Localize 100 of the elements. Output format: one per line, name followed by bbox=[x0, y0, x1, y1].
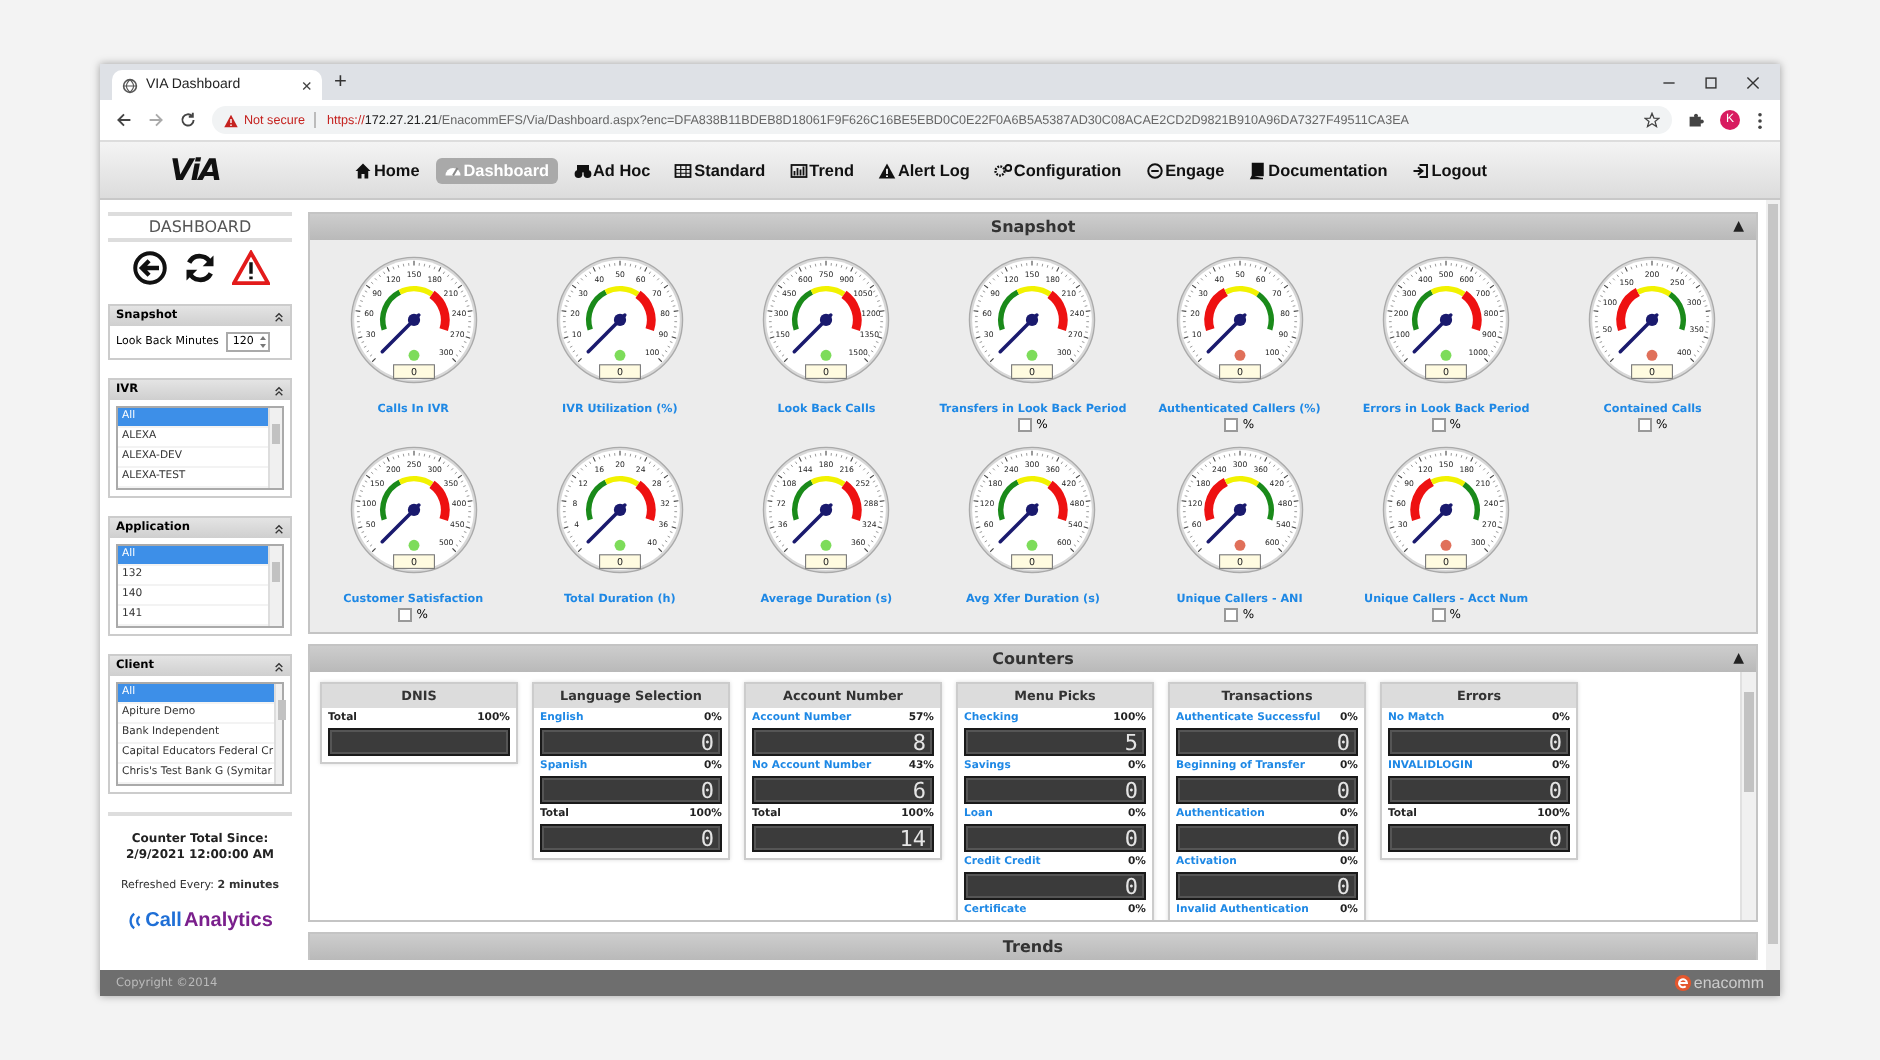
nav-link[interactable]: Alert Log bbox=[869, 157, 978, 183]
nav-link[interactable]: Standard bbox=[666, 157, 774, 183]
counter-display: 0 bbox=[964, 872, 1146, 900]
new-tab-button[interactable]: + bbox=[334, 70, 347, 94]
warning-icon[interactable] bbox=[231, 250, 269, 286]
refresh-icon[interactable] bbox=[181, 250, 217, 286]
scrollbar[interactable] bbox=[273, 684, 282, 784]
counter-display: 0 bbox=[540, 824, 722, 852]
spinner-icon[interactable] bbox=[258, 334, 269, 350]
section-title: Counters bbox=[992, 650, 1074, 668]
counter-display: 6 bbox=[752, 776, 934, 804]
checkbox[interactable] bbox=[1431, 608, 1446, 622]
nav-link[interactable]: Trend bbox=[781, 157, 862, 183]
gauge-needle bbox=[379, 313, 420, 354]
warning-icon bbox=[224, 113, 238, 127]
counter-display: 0 bbox=[1176, 776, 1358, 804]
exit-icon bbox=[1411, 161, 1430, 179]
close-icon[interactable] bbox=[1746, 75, 1760, 89]
section-title: Snapshot bbox=[990, 218, 1076, 236]
warning-icon bbox=[877, 161, 896, 179]
gauge-dial bbox=[350, 446, 477, 574]
nav-link[interactable]: Home bbox=[346, 157, 428, 183]
counter-display: 0 bbox=[540, 776, 722, 804]
forward-icon[interactable] bbox=[148, 112, 164, 128]
gauge-dial bbox=[1382, 446, 1510, 574]
collapse-icon[interactable] bbox=[274, 523, 284, 533]
home-icon bbox=[354, 161, 372, 179]
counter-display: 0 bbox=[1176, 872, 1358, 900]
logo-text: Call bbox=[145, 910, 182, 932]
table-icon bbox=[674, 161, 693, 179]
sidebar-title: DASHBOARD bbox=[108, 212, 292, 242]
more-icon[interactable] bbox=[1756, 111, 1764, 129]
counter-display: 0 bbox=[1388, 824, 1570, 852]
checkbox[interactable] bbox=[1637, 418, 1652, 432]
gauge-dial bbox=[1382, 256, 1510, 384]
counter-display: 8 bbox=[752, 728, 934, 756]
app-logo[interactable]: ViA bbox=[100, 152, 290, 188]
gauge-needle bbox=[999, 313, 1040, 354]
gauge-dial bbox=[1589, 256, 1716, 384]
nav-link[interactable]: Documentation bbox=[1240, 157, 1396, 183]
gears-icon bbox=[993, 161, 1012, 179]
checkbox[interactable] bbox=[1224, 418, 1239, 432]
globe-icon bbox=[122, 77, 138, 93]
collapse-icon[interactable] bbox=[274, 661, 284, 671]
back-icon[interactable] bbox=[116, 112, 132, 128]
checkbox[interactable] bbox=[398, 608, 413, 622]
puzzle-icon[interactable] bbox=[1688, 112, 1704, 128]
book-icon bbox=[1248, 161, 1267, 179]
counter-display: 0 bbox=[964, 824, 1146, 852]
gauge-needle bbox=[586, 313, 627, 354]
gauge-needle bbox=[1412, 503, 1453, 544]
back-icon[interactable] bbox=[131, 250, 167, 286]
collapse-icon[interactable] bbox=[274, 311, 284, 321]
reload-icon[interactable] bbox=[180, 112, 196, 128]
scrollbar[interactable] bbox=[268, 408, 282, 488]
gauge-needle bbox=[1206, 313, 1247, 354]
signal-waves-icon bbox=[127, 912, 144, 930]
checkbox[interactable] bbox=[1431, 418, 1446, 432]
scrollbar[interactable] bbox=[1740, 672, 1756, 920]
chart-icon bbox=[789, 161, 808, 179]
gauge-needle bbox=[586, 503, 627, 544]
brand-icon bbox=[1673, 974, 1692, 992]
nav-link[interactable]: Logout bbox=[1403, 157, 1495, 183]
checkbox[interactable] bbox=[1018, 418, 1033, 432]
counter-display: 0 bbox=[964, 776, 1146, 804]
brand-logo-text: enacomm bbox=[1693, 974, 1764, 992]
nav-link[interactable]: Configuration bbox=[985, 157, 1130, 183]
scrollbar[interactable] bbox=[268, 546, 282, 626]
gauge-needle bbox=[1206, 503, 1247, 544]
nav-link[interactable]: Engage bbox=[1137, 157, 1233, 183]
maximize-icon[interactable] bbox=[1704, 75, 1718, 89]
gauge-dial bbox=[556, 256, 684, 384]
binoculars-icon bbox=[573, 161, 592, 179]
gauge-needle bbox=[1412, 313, 1453, 354]
gauge-dial bbox=[350, 256, 477, 384]
counter-display: 0 bbox=[1388, 728, 1570, 756]
nav-link[interactable]: Dashboard bbox=[435, 157, 558, 183]
collapse-icon[interactable] bbox=[274, 385, 284, 395]
gauge-needle bbox=[1619, 313, 1660, 354]
counter-display: 0 bbox=[1388, 776, 1570, 804]
gauge-dial bbox=[969, 256, 1097, 384]
circle-minus-icon bbox=[1145, 161, 1164, 179]
counter-display: 5 bbox=[964, 728, 1146, 756]
gauge-dial bbox=[763, 446, 890, 574]
gauge-dial bbox=[1176, 446, 1303, 574]
scrollbar[interactable] bbox=[1766, 200, 1780, 970]
counter-display: 14 bbox=[752, 824, 934, 852]
gauge-dial bbox=[1176, 256, 1303, 384]
checkbox[interactable] bbox=[1224, 608, 1239, 622]
gauge-needle bbox=[999, 503, 1040, 544]
star-icon[interactable] bbox=[1644, 112, 1660, 128]
nav-link[interactable]: Ad Hoc bbox=[565, 157, 659, 183]
logo-text: Analytics bbox=[183, 910, 273, 932]
close-tab-button[interactable]: × bbox=[301, 75, 312, 95]
counter-display: 0 bbox=[1176, 728, 1358, 756]
counter-display: 0 bbox=[540, 728, 722, 756]
section-title: Trends bbox=[1002, 938, 1064, 956]
gauge-dial bbox=[969, 446, 1097, 574]
gauge-dial bbox=[763, 256, 890, 384]
gauge-dial bbox=[556, 446, 684, 574]
